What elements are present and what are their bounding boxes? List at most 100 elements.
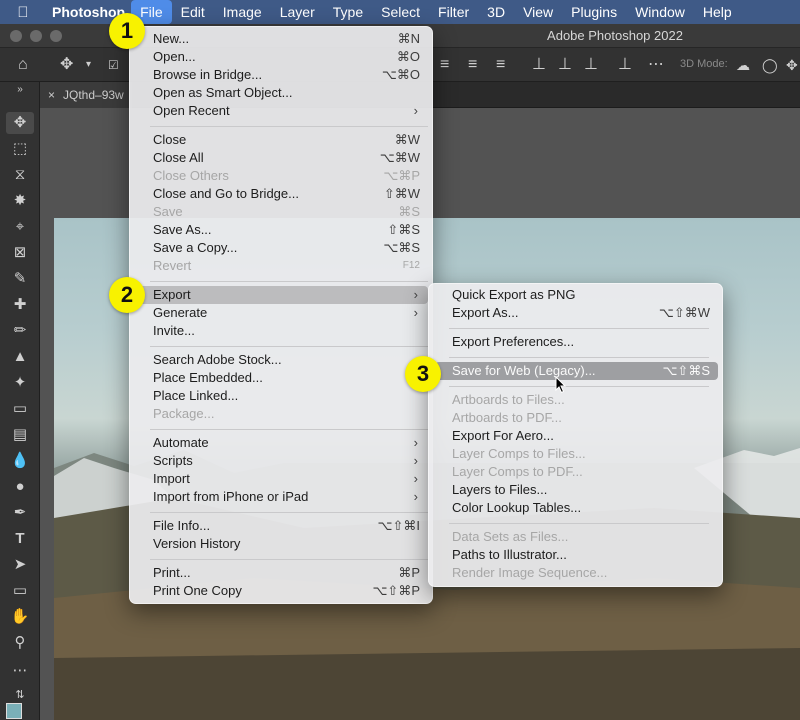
gradient-tool-icon[interactable]: ▤ xyxy=(6,424,34,446)
frame-tool-icon[interactable]: ⊠ xyxy=(6,242,34,264)
history-brush-tool-icon[interactable]: ✦ xyxy=(6,372,34,394)
auto-select-checkbox[interactable]: ☑ xyxy=(108,55,119,75)
clone-stamp-tool-icon[interactable]: ▲ xyxy=(6,346,34,368)
menu-help[interactable]: Help xyxy=(694,0,741,24)
more-options-icon[interactable]: ⋯ xyxy=(648,55,664,75)
menu-item-generate[interactable]: Generate › xyxy=(136,304,428,322)
menu-item-export-for-aero[interactable]: Export For Aero... xyxy=(435,427,718,445)
menu-item-search-adobe-stock[interactable]: Search Adobe Stock... xyxy=(136,351,428,369)
menu-item-color-lookup-tables[interactable]: Color Lookup Tables... xyxy=(435,499,718,517)
pen-tool-icon[interactable]: ✒ xyxy=(6,502,34,524)
menu-image[interactable]: Image xyxy=(214,0,271,24)
move-tool-icon[interactable]: ✥ xyxy=(6,112,34,134)
menu-item-close-all[interactable]: Close All ⌥⌘W xyxy=(136,149,428,167)
menu-plugins[interactable]: Plugins xyxy=(562,0,626,24)
menu-item-automate[interactable]: Automate › xyxy=(136,434,428,452)
menu-item-file-info[interactable]: File Info... ⌥⇧⌘I xyxy=(136,517,428,535)
menu-item-invite[interactable]: Invite... xyxy=(136,322,428,340)
menu-item-layer-comps-to-pdf: Layer Comps to PDF... xyxy=(452,464,583,479)
align-top-icon[interactable]: ⊥ xyxy=(532,55,546,75)
menu-item-place-embedded[interactable]: Place Embedded... xyxy=(136,369,428,387)
menu-separator xyxy=(150,429,428,430)
foreground-color-swatch[interactable] xyxy=(6,703,22,719)
export-submenu: Quick Export as PNG Export As... ⌥⇧⌘W Exp… xyxy=(428,283,723,587)
crop-tool-icon[interactable]: ⌖ xyxy=(6,216,34,238)
menu-item-close-and-go-to-bridge[interactable]: Close and Go to Bridge... ⇧⌘W xyxy=(136,185,428,203)
dodge-tool-icon[interactable]: ● xyxy=(6,476,34,498)
menu-item-scripts[interactable]: Scripts › xyxy=(136,452,428,470)
menu-item-browse-in-bridge[interactable]: Browse in Bridge... ⌥⌘O xyxy=(136,66,428,84)
menu-type[interactable]: Type xyxy=(324,0,372,24)
menu-item-place-linked[interactable]: Place Linked... xyxy=(136,387,428,405)
pan-3d-icon[interactable]: ✥ xyxy=(786,55,798,75)
align-right-icon[interactable]: ≡ xyxy=(496,55,505,75)
menu-item-export[interactable]: Export › xyxy=(136,286,428,304)
distribute-icon[interactable]: ⊥ xyxy=(618,55,632,75)
apple-icon[interactable]:  xyxy=(0,4,46,21)
align-left-icon[interactable]: ≡ xyxy=(440,55,449,75)
menu-item-save-a-copy[interactable]: Save a Copy... ⌥⌘S xyxy=(136,239,428,257)
submenu-arrow-icon: › xyxy=(413,287,418,302)
eyedropper-tool-icon[interactable]: ✎ xyxy=(6,268,34,290)
menu-item-print[interactable]: Print... ⌘P xyxy=(136,564,428,582)
menu-item-open-recent[interactable]: Open Recent › xyxy=(136,102,428,120)
window-title: Adobe Photoshop 2022 xyxy=(547,28,683,43)
menu-item-open-smart-object[interactable]: Open as Smart Object... xyxy=(136,84,428,102)
marquee-tool-icon[interactable]: ⬚ xyxy=(6,138,34,160)
lasso-tool-icon[interactable]: ⧖ xyxy=(6,164,34,186)
close-tab-icon[interactable]: × xyxy=(48,88,55,102)
minimize-window-icon[interactable] xyxy=(30,30,42,42)
menu-separator xyxy=(150,559,428,560)
menu-view[interactable]: View xyxy=(514,0,562,24)
rectangle-tool-icon[interactable]: ▭ xyxy=(6,580,34,602)
menu-item-layers-to-files[interactable]: Layers to Files... xyxy=(435,481,718,499)
menu-3d[interactable]: 3D xyxy=(478,0,514,24)
quick-selection-tool-icon[interactable]: ✸ xyxy=(6,190,34,212)
zoom-tool-icon[interactable]: ⚲ xyxy=(6,632,34,654)
menu-layer[interactable]: Layer xyxy=(271,0,324,24)
document-tab[interactable]: × JQthd–93w xyxy=(40,82,132,108)
eraser-tool-icon[interactable]: ▭ xyxy=(6,398,34,420)
edit-toolbar-icon[interactable]: ⋯ xyxy=(6,660,34,682)
move-tool-options-icon[interactable]: ✥ xyxy=(60,55,73,75)
menu-item-open[interactable]: Open... ⌘O xyxy=(136,48,428,66)
menu-separator xyxy=(150,346,428,347)
menu-item-close[interactable]: Close ⌘W xyxy=(136,131,428,149)
type-tool-icon[interactable]: T xyxy=(6,528,34,550)
brush-tool-icon[interactable]: ✏ xyxy=(6,320,34,342)
menu-item-import[interactable]: Import › xyxy=(136,470,428,488)
menu-window[interactable]: Window xyxy=(626,0,694,24)
orbit-3d-icon[interactable]: ☁ xyxy=(736,55,750,75)
menu-item-import-from-iphone[interactable]: Import from iPhone or iPad › xyxy=(136,488,428,506)
collapse-panel-icon[interactable]: » xyxy=(6,84,34,96)
menu-item-new[interactable]: New... ⌘N xyxy=(136,30,428,48)
zoom-window-icon[interactable] xyxy=(50,30,62,42)
menu-select[interactable]: Select xyxy=(372,0,429,24)
menu-item-paths-to-illustrator[interactable]: Paths to Illustrator... xyxy=(435,546,718,564)
align-center-icon[interactable]: ≡ xyxy=(468,55,477,75)
menu-separator xyxy=(449,386,709,387)
menu-item-export-preferences[interactable]: Export Preferences... xyxy=(435,333,718,351)
chevron-down-icon[interactable]: ▾ xyxy=(86,55,91,75)
close-window-icon[interactable] xyxy=(10,30,22,42)
menu-item-revert: Revert F12 xyxy=(153,258,420,273)
align-middle-icon[interactable]: ⊥ xyxy=(558,55,572,75)
menu-item-save-as[interactable]: Save As... ⇧⌘S xyxy=(136,221,428,239)
menu-item-version-history[interactable]: Version History xyxy=(136,535,428,553)
menu-item-print-one-copy[interactable]: Print One Copy ⌥⇧⌘P xyxy=(136,582,428,600)
menu-filter[interactable]: Filter xyxy=(429,0,478,24)
home-icon[interactable]: ⌂ xyxy=(18,55,28,75)
blur-tool-icon[interactable]: 💧 xyxy=(6,450,34,472)
menu-item-artboards-to-files: Artboards to Files... xyxy=(452,392,565,407)
menu-edit[interactable]: Edit xyxy=(172,0,214,24)
menu-separator xyxy=(150,126,428,127)
hand-tool-icon[interactable]: ✋ xyxy=(6,606,34,628)
align-bottom-icon[interactable]: ⊥ xyxy=(584,55,598,75)
menu-item-export-as[interactable]: Export As... ⌥⇧⌘W xyxy=(435,304,718,322)
submenu-arrow-icon: › xyxy=(413,103,418,118)
roll-3d-icon[interactable]: ◯ xyxy=(762,55,778,75)
healing-brush-tool-icon[interactable]: ✚ xyxy=(6,294,34,316)
path-selection-tool-icon[interactable]: ➤ xyxy=(6,554,34,576)
menu-item-quick-export-png[interactable]: Quick Export as PNG xyxy=(435,286,718,304)
menu-item-save-for-web[interactable]: Save for Web (Legacy)... ⌥⇧⌘S xyxy=(435,362,718,380)
